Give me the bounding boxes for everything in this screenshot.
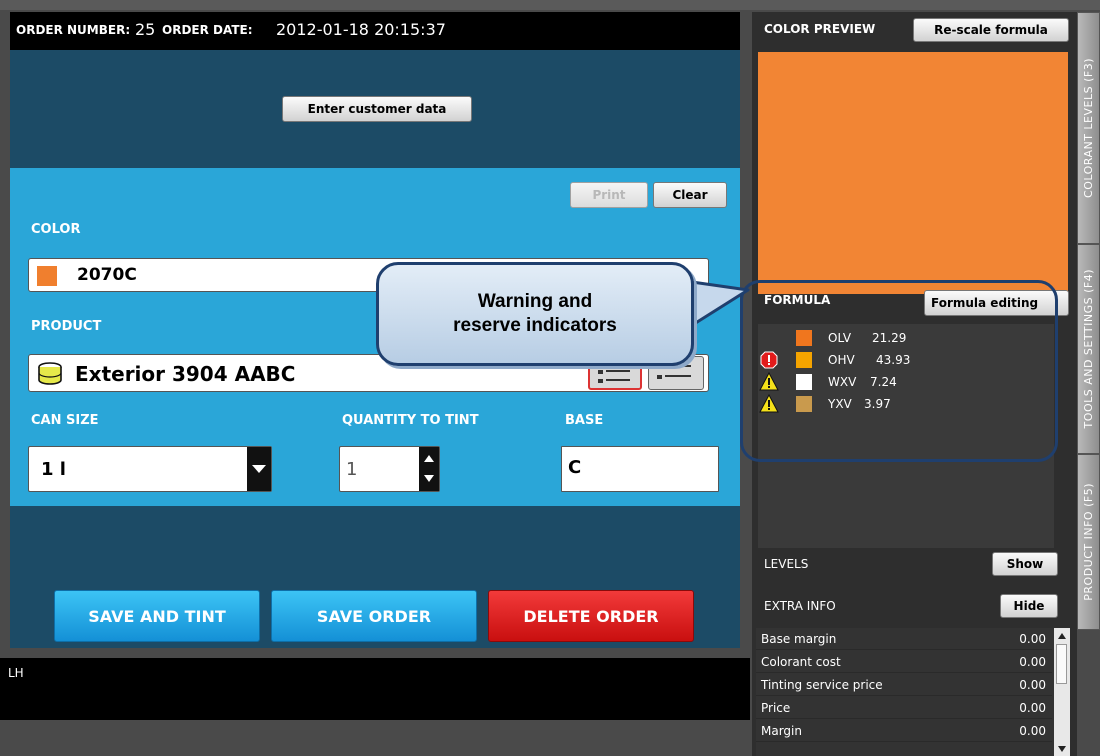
callout-line-1: Warning and [477,291,593,312]
tab-product-info[interactable]: PRODUCT INFO (F5) [1077,454,1100,630]
extra-info-label: EXTRA INFO [764,599,836,613]
info-row: Margin 0.00 [756,720,1052,742]
info-value: 0.00 [1019,655,1046,669]
rescale-formula-button[interactable]: Re-scale formula [913,18,1069,42]
save-and-tint-button[interactable]: SAVE AND TINT [54,590,260,642]
can-size-value: 1 l [41,459,66,480]
scroll-thumb[interactable] [1056,644,1067,684]
arrow-down-icon[interactable] [424,475,434,482]
annotation-callout: Warning and reserve indicators [376,262,694,366]
clear-button[interactable]: Clear [653,182,727,208]
info-label: Base margin [761,632,837,646]
tab-colorant-levels[interactable]: COLORANT LEVELS (F3) [1077,12,1100,244]
base-value: C [568,457,582,478]
callout-line-2: reserve indicators [453,315,617,336]
info-label: Tinting service price [761,678,883,692]
show-levels-button[interactable]: Show [992,552,1058,576]
stepper-arrows[interactable] [419,447,439,491]
status-text: LH [8,666,24,680]
callout-pointer [690,280,750,326]
scroll-down-icon[interactable] [1058,746,1066,752]
save-order-button[interactable]: SAVE ORDER [271,590,477,642]
quantity-value: 1 [346,459,358,480]
levels-label: LEVELS [764,557,809,571]
chevron-down-icon[interactable] [247,447,271,491]
order-number: 25 [135,20,156,39]
enter-customer-data-button[interactable]: Enter customer data [282,96,472,122]
arrow-up-icon[interactable] [424,455,434,462]
window-frame [0,0,1100,10]
color-value: 2070C [77,265,137,285]
info-row: Price 0.00 [756,697,1052,719]
info-row: Tinting service price 0.00 [756,674,1052,696]
tab-label: PRODUCT INFO (F5) [1082,483,1095,601]
info-label: Price [761,701,791,715]
order-header: ORDER NUMBER: 25 ORDER DATE: 2012-01-18 … [10,12,740,50]
print-button[interactable]: Print [570,182,648,208]
indicator-highlight [740,280,1058,462]
quantity-stepper[interactable]: 1 [339,446,440,492]
color-swatch [37,266,57,286]
info-label: Colorant cost [761,655,841,669]
info-value: 0.00 [1019,632,1046,646]
can-size-select[interactable]: 1 l [28,446,272,492]
order-date: 2012-01-18 20:15:37 [276,20,446,39]
info-row: Base margin 0.00 [756,628,1052,650]
actions-panel: SAVE AND TINT SAVE ORDER DELETE ORDER [10,506,740,648]
extra-info-list: Base margin 0.00 Colorant cost 0.00 Tintin… [756,628,1070,756]
info-row: Colorant cost 0.00 [756,651,1052,673]
hide-extra-info-button[interactable]: Hide [1000,594,1058,618]
customer-panel: Enter customer data [10,50,740,168]
product-label: PRODUCT [31,319,102,334]
tab-label: TOOLS AND SETTINGS (F4) [1082,269,1095,429]
scrollbar[interactable] [1054,628,1070,756]
status-bar: LH [0,658,750,720]
color-label: COLOR [31,222,81,237]
color-preview-label: COLOR PREVIEW [764,22,876,36]
can-size-label: CAN SIZE [31,413,99,428]
order-date-label: ORDER DATE: [162,23,253,37]
paint-can-icon [38,362,62,385]
color-preview-swatch [758,52,1068,294]
base-label: BASE [565,413,604,428]
tab-tools-settings[interactable]: TOOLS AND SETTINGS (F4) [1077,244,1100,454]
info-label: Margin [761,724,802,738]
bottom-strip [0,720,750,756]
info-value: 0.00 [1019,724,1046,738]
info-value: 0.00 [1019,701,1046,715]
product-value: Exterior 3904 AABC [75,362,296,386]
tab-label: COLORANT LEVELS (F3) [1082,58,1095,198]
info-value: 0.00 [1019,678,1046,692]
base-field[interactable]: C [561,446,719,492]
delete-order-button[interactable]: DELETE ORDER [488,590,694,642]
order-number-label: ORDER NUMBER: [16,23,131,37]
scroll-up-icon[interactable] [1058,633,1066,639]
quantity-label: QUANTITY TO TINT [342,413,479,428]
